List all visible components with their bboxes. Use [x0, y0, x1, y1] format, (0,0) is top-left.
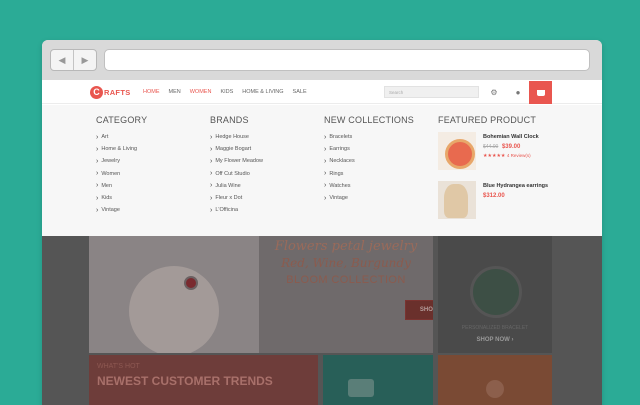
user-icon[interactable]: ●: [507, 82, 529, 102]
site-header: C RAFTS HOME MEN WOMEN KIDS HOME & LIVIN…: [42, 80, 602, 104]
brand-link[interactable]: Hedge House: [210, 131, 263, 143]
hero-banner: Flowers petal jewelry Red, Wine, Burgund…: [89, 236, 433, 353]
product-name[interactable]: Bohemian Wall Clock: [483, 134, 539, 142]
category-column: CATEGORY Art Home & Living Jewelry Women…: [96, 115, 147, 216]
old-price: $44.00: [483, 143, 499, 150]
logo-text: RAFTS: [104, 87, 131, 97]
search-input[interactable]: Search: [384, 86, 479, 98]
review-count: 4 Review(s): [506, 152, 531, 158]
category-link[interactable]: Men: [96, 180, 147, 192]
menu-item-home-living[interactable]: HOME & LIVING: [242, 89, 283, 95]
side-banner-label: PERSONALIZED BRACELET: [461, 325, 529, 331]
product-name[interactable]: Blue Hydrangea earrings: [483, 183, 548, 191]
collection-link[interactable]: Watches: [324, 180, 414, 192]
category-link[interactable]: Home & Living: [96, 143, 147, 155]
forward-arrow-icon[interactable]: ▶: [74, 50, 96, 70]
promo-title: NEWEST CUSTOMER TRENDS: [97, 374, 273, 388]
menu-item-kids[interactable]: KIDS: [220, 89, 233, 95]
category-link[interactable]: Vintage: [96, 204, 147, 216]
rating-stars: ★★★★★: [483, 152, 506, 159]
side-shop-now-link[interactable]: SHOP NOW ›: [438, 337, 552, 343]
menu-item-home[interactable]: HOME: [143, 89, 160, 95]
side-banner: PERSONALIZED BRACELET SHOP NOW ›: [438, 236, 552, 353]
hero-photo: [89, 236, 259, 353]
brand-link[interactable]: Maggie Bogart: [210, 143, 263, 155]
hero-shop-now-button[interactable]: SHOP NOW: [405, 300, 433, 320]
menu-item-women[interactable]: WOMEN: [190, 89, 212, 95]
menu-item-men[interactable]: MEN: [169, 89, 181, 95]
collection-link[interactable]: Rings: [324, 168, 414, 180]
featured-products: FEATURED PRODUCT Bohemian Wall Clock $44…: [438, 115, 588, 219]
category-link[interactable]: Kids: [96, 192, 147, 204]
website: C RAFTS HOME MEN WOMEN KIDS HOME & LIVIN…: [42, 80, 602, 405]
collection-link[interactable]: Bracelets: [324, 131, 414, 143]
column-title: NEW COLLECTIONS: [324, 115, 415, 125]
cart-icon: [536, 89, 545, 96]
product-image[interactable]: [438, 181, 476, 219]
brand-link[interactable]: Off Cut Studio: [210, 168, 263, 180]
logo-mark: C: [90, 85, 103, 99]
product-card[interactable]: Blue Hydrangea earrings $312.00: [438, 181, 548, 219]
hero-subtitle: Red, Wine, Burgundy: [281, 256, 411, 270]
brand-link[interactable]: Julia Wine: [210, 180, 263, 192]
brand-link[interactable]: My Flower Meadow: [210, 155, 263, 167]
collection-link[interactable]: Necklaces: [324, 155, 414, 167]
product-image[interactable]: [438, 132, 476, 170]
brands-column: BRANDS Hedge House Maggie Bogart My Flow…: [210, 115, 263, 216]
collection-link[interactable]: Earrings: [324, 143, 414, 155]
necklace-image: [470, 266, 522, 318]
money-icon: [348, 379, 374, 397]
category-link[interactable]: Art: [96, 131, 147, 143]
collections-column: NEW COLLECTIONS Bracelets Earrings Neckl…: [324, 115, 414, 204]
phone-icon: [486, 380, 504, 398]
brand-link[interactable]: L'Officina: [210, 204, 263, 216]
category-link[interactable]: Jewelry: [96, 155, 147, 167]
address-bar[interactable]: [104, 49, 590, 71]
brand-link[interactable]: Fleur x Dot: [210, 192, 263, 204]
promo-banner[interactable]: WHAT'S HOT NEWEST CUSTOMER TRENDS: [89, 355, 318, 405]
column-title: FEATURED PRODUCT: [438, 115, 537, 125]
price: $312.00: [483, 192, 505, 199]
browser-toolbar: ◀ ▶: [42, 40, 602, 80]
column-title: CATEGORY: [96, 115, 148, 125]
gear-icon[interactable]: ⚙: [483, 82, 505, 102]
logo[interactable]: C RAFTS: [90, 85, 131, 99]
ring-image: [184, 276, 198, 290]
promo-kicker: WHAT'S HOT: [97, 363, 140, 370]
category-link[interactable]: Women: [96, 168, 147, 180]
column-title: BRANDS: [210, 115, 249, 125]
product-card[interactable]: Bohemian Wall Clock $44.00 $39.00 ★★★★★ …: [438, 132, 539, 170]
money-banner[interactable]: [323, 355, 433, 405]
price: $39.00: [501, 143, 521, 150]
page-content-dimmed: Flowers petal jewelry Red, Wine, Burgund…: [42, 236, 602, 405]
back-arrow-icon[interactable]: ◀: [51, 50, 74, 70]
menu-item-sale[interactable]: SALE: [293, 89, 307, 95]
phone-banner[interactable]: [438, 355, 552, 405]
nav-buttons: ◀ ▶: [50, 49, 97, 71]
hero-collection: BLOOM COLLECTION: [286, 274, 406, 286]
main-menu: HOME MEN WOMEN KIDS HOME & LIVING SALE: [143, 80, 307, 104]
collection-link[interactable]: Vintage: [324, 192, 414, 204]
hero-title: Flowers petal jewelry: [274, 239, 418, 254]
cart-button[interactable]: [529, 81, 552, 104]
mega-menu: CATEGORY Art Home & Living Jewelry Women…: [42, 105, 602, 236]
browser-window: ◀ ▶ C RAFTS HOME MEN WOMEN KIDS HOME & L…: [42, 40, 602, 405]
